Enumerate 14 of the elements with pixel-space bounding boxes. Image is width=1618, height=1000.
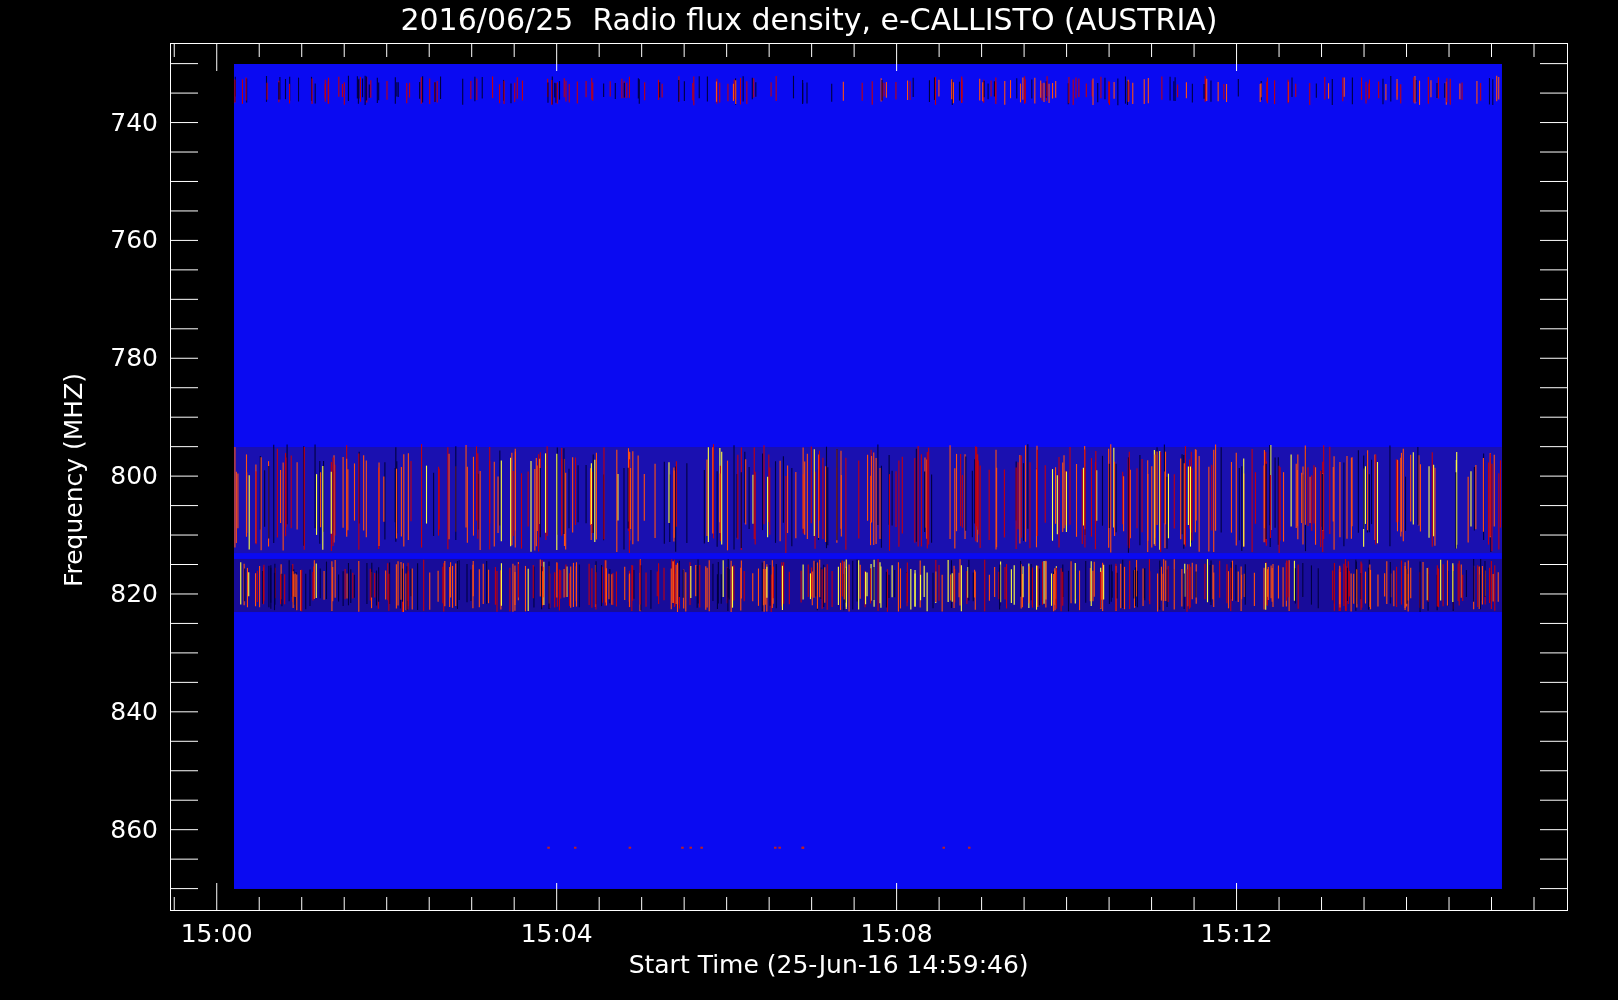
- y-tick-label: 740: [110, 108, 158, 137]
- y-tick-label: 860: [110, 815, 158, 844]
- y-tick-label: 780: [110, 344, 158, 373]
- x-tick-label: 15:04: [520, 920, 593, 948]
- y-axis-title: Frequency (MHZ): [59, 372, 89, 588]
- y-tick-label: 840: [110, 697, 158, 726]
- x-tick-label: 15:00: [180, 920, 253, 948]
- chart-title: 2016/06/25 Radio flux density, e-CALLISTO (AUSTRIA): [399, 1, 1219, 39]
- y-tick-label: 800: [110, 462, 158, 491]
- x-tick-label: 15:12: [1200, 920, 1273, 948]
- y-tick-label: 760: [110, 226, 158, 255]
- x-axis-title: Start Time (25-Jun-16 14:59:46): [628, 950, 1029, 980]
- y-tick-label: 820: [110, 579, 158, 608]
- x-tick-label: 15:08: [860, 920, 933, 948]
